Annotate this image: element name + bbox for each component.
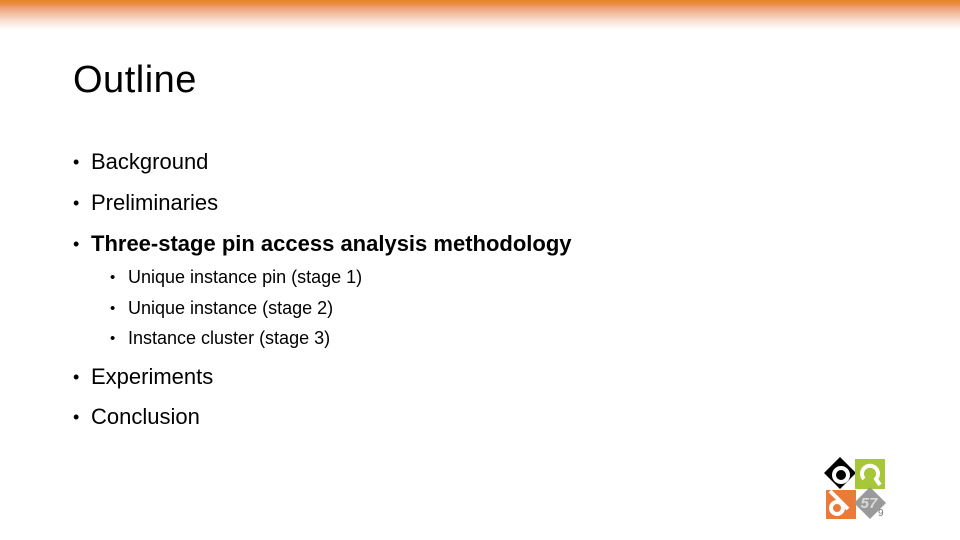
page-number: 9: [878, 508, 884, 519]
sub-list-item-text: Instance cluster (stage 3): [128, 328, 331, 348]
bullet-icon: •: [73, 367, 80, 387]
list-item: • Preliminaries: [73, 188, 218, 218]
list-item: • Conclusion: [73, 402, 200, 432]
list-item-text: Experiments: [91, 364, 214, 389]
sub-list-item: • Instance cluster (stage 3): [110, 325, 330, 352]
top-accent-bar: [0, 0, 960, 30]
sub-list-item: • Unique instance (stage 2): [110, 295, 333, 322]
bullet-icon: •: [73, 234, 80, 254]
sub-list-item: • Unique instance pin (stage 1): [110, 264, 362, 291]
sub-list-item-text: Unique instance pin (stage 1): [128, 267, 363, 287]
list-item-text: Three-stage pin access analysis methodol…: [91, 231, 572, 256]
bullet-icon: •: [73, 152, 80, 172]
list-item-current: • Three-stage pin access analysis methodo…: [73, 229, 572, 259]
bullet-icon: •: [73, 407, 80, 427]
list-item-text: Preliminaries: [91, 190, 219, 215]
list-item-text: Background: [91, 149, 209, 174]
bullet-icon: •: [110, 330, 116, 347]
bullet-icon: •: [73, 193, 80, 213]
sub-list-item-text: Unique instance (stage 2): [128, 298, 334, 318]
slide: Outline • Background • Preliminaries • Thre…: [0, 0, 960, 540]
list-item: • Background: [73, 147, 208, 177]
logo-ring-center: [838, 472, 844, 478]
bullet-icon: •: [110, 300, 116, 317]
list-item-text: Conclusion: [91, 404, 200, 429]
slide-title: Outline: [73, 59, 197, 101]
bullet-icon: •: [110, 269, 116, 286]
logo-number: 57: [861, 495, 878, 512]
list-item: • Experiments: [73, 362, 213, 392]
